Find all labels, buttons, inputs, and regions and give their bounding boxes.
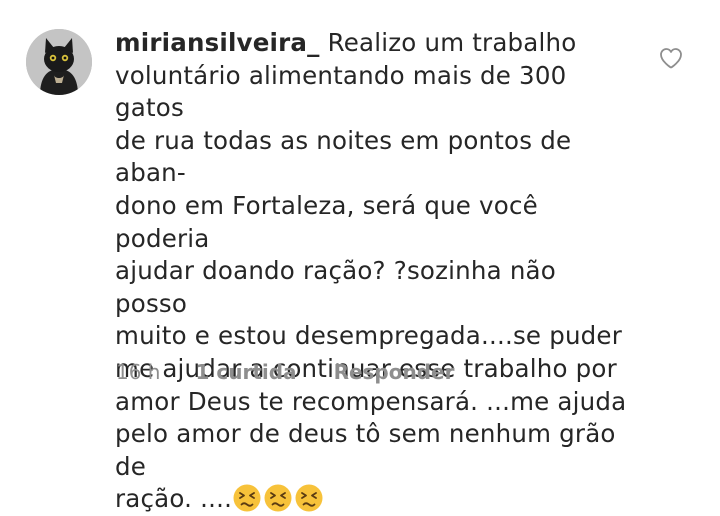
comment-meta: 16 h 1 curtida Responder: [116, 360, 454, 384]
cat-avatar-image: [26, 29, 92, 95]
comment-timestamp: 16 h: [116, 360, 161, 384]
likes-count-link[interactable]: 1 curtida: [195, 360, 296, 384]
persevering-face-emoji: [263, 483, 293, 513]
reply-button[interactable]: Responder: [334, 360, 455, 384]
persevering-face-emoji: [232, 483, 262, 513]
comment-body: miriansilveira_ Realizo um trabalho volu…: [115, 27, 635, 516]
comment-text: Realizo um trabalho voluntário alimentan…: [115, 28, 627, 514]
comment-username[interactable]: miriansilveira_: [115, 28, 320, 57]
emoji-group: [232, 483, 324, 513]
persevering-face-emoji: [294, 483, 324, 513]
comment: miriansilveira_ Realizo um trabalho volu…: [0, 0, 720, 513]
avatar[interactable]: [26, 29, 92, 95]
heart-outline-icon[interactable]: [659, 47, 683, 69]
